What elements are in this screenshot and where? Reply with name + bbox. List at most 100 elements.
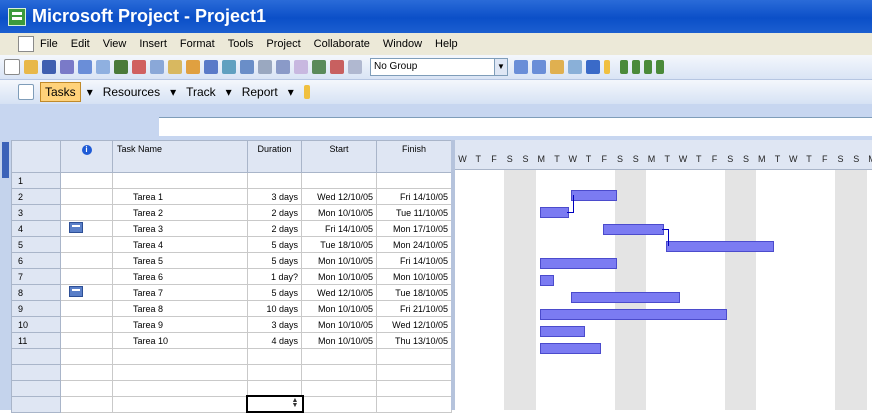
table-row[interactable]: 9Tarea 810 daysMon 10/10/05Fri 21/10/05 bbox=[12, 301, 452, 317]
task-name-header[interactable]: Task Name bbox=[113, 141, 248, 173]
duration-edit-cell[interactable]: ▲▼ bbox=[246, 395, 304, 413]
toolbar-options-icon[interactable] bbox=[304, 85, 310, 99]
spelling-icon[interactable] bbox=[114, 60, 128, 74]
row-number[interactable]: 1 bbox=[12, 173, 61, 189]
task-name-cell[interactable]: Tarea 3 bbox=[113, 221, 248, 237]
view-bar[interactable] bbox=[0, 140, 11, 410]
table-row[interactable] bbox=[12, 381, 452, 397]
row-number[interactable]: 10 bbox=[12, 317, 61, 333]
menu-edit[interactable]: Edit bbox=[71, 38, 90, 50]
task-name-cell[interactable]: Tarea 5 bbox=[113, 253, 248, 269]
open-icon[interactable] bbox=[24, 60, 38, 74]
menu-format[interactable]: Format bbox=[180, 38, 215, 50]
task-name-cell[interactable]: Tarea 7 bbox=[113, 285, 248, 301]
row-number[interactable]: 6 bbox=[12, 253, 61, 269]
project-guide-icon[interactable] bbox=[18, 84, 34, 100]
start-cell[interactable]: Wed 12/10/05 bbox=[302, 285, 377, 301]
task-name-cell[interactable]: Tarea 8 bbox=[113, 301, 248, 317]
gantt-bar[interactable] bbox=[540, 258, 617, 269]
table-row[interactable]: 10 Tarea 93 daysMon 10/10/05Wed 12/10/05 bbox=[12, 317, 452, 333]
tasks-button[interactable]: Tasks bbox=[40, 82, 81, 102]
task-name-cell[interactable]: Tarea 10 bbox=[113, 333, 248, 349]
duration-header[interactable]: Duration bbox=[248, 141, 302, 173]
help-icon[interactable] bbox=[586, 60, 600, 74]
task-name-cell[interactable] bbox=[113, 173, 248, 189]
hyperlink-icon[interactable] bbox=[222, 60, 236, 74]
table-row[interactable]: 11 Tarea 104 daysMon 10/10/05Thu 13/10/05 bbox=[12, 333, 452, 349]
gantt-bar[interactable] bbox=[603, 224, 664, 235]
assign-resources-icon[interactable] bbox=[330, 60, 344, 74]
duration-cell[interactable]: 5 days bbox=[248, 237, 302, 253]
duration-cell[interactable]: 5 days bbox=[248, 253, 302, 269]
duration-cell[interactable]: 10 days bbox=[248, 301, 302, 317]
track-button[interactable]: Track bbox=[182, 83, 220, 101]
undo-icon[interactable] bbox=[204, 60, 218, 74]
table-row[interactable]: 8Tarea 75 daysWed 12/10/05Tue 18/10/05 bbox=[12, 285, 452, 301]
row-number[interactable]: 11 bbox=[12, 333, 61, 349]
track-dropdown[interactable]: ▾ bbox=[222, 83, 236, 101]
task-name-cell[interactable]: Tarea 9 bbox=[113, 317, 248, 333]
note-icon[interactable] bbox=[69, 286, 83, 297]
start-cell[interactable]: Fri 14/10/05 bbox=[302, 221, 377, 237]
finish-cell[interactable]: Wed 12/10/05 bbox=[377, 317, 452, 333]
gantt-bar[interactable] bbox=[540, 207, 570, 218]
duration-cell[interactable]: 4 days bbox=[248, 333, 302, 349]
format-painter-icon[interactable] bbox=[186, 60, 200, 74]
finish-cell[interactable]: Mon 17/10/05 bbox=[377, 221, 452, 237]
menu-insert[interactable]: Insert bbox=[139, 38, 167, 50]
gantt-bar[interactable] bbox=[540, 309, 727, 320]
table-row[interactable]: 1 bbox=[12, 173, 452, 189]
row-number[interactable]: 4 bbox=[12, 221, 61, 237]
gantt-bar[interactable] bbox=[571, 190, 616, 201]
chevron-down-icon[interactable]: ▼ bbox=[494, 58, 508, 76]
duration-cell[interactable] bbox=[248, 173, 302, 189]
start-cell[interactable]: Mon 10/10/05 bbox=[302, 253, 377, 269]
menu-collaborate[interactable]: Collaborate bbox=[314, 38, 370, 50]
finish-header[interactable]: Finish bbox=[377, 141, 452, 173]
finish-cell[interactable] bbox=[377, 173, 452, 189]
menu-tools[interactable]: Tools bbox=[228, 38, 254, 50]
copy-picture-icon[interactable] bbox=[568, 60, 582, 74]
note-icon[interactable] bbox=[69, 222, 83, 233]
row-number[interactable]: 3 bbox=[12, 205, 61, 221]
zoom-in-icon[interactable] bbox=[514, 60, 528, 74]
resources-button[interactable]: Resources bbox=[99, 83, 164, 101]
new-icon[interactable] bbox=[4, 59, 20, 75]
duration-cell[interactable]: 3 days bbox=[248, 317, 302, 333]
task-info-icon[interactable] bbox=[294, 60, 308, 74]
menu-file[interactable]: File bbox=[40, 38, 58, 50]
table-row[interactable]: 5Tarea 45 daysTue 18/10/05Mon 24/10/05 bbox=[12, 237, 452, 253]
report-dropdown[interactable]: ▾ bbox=[284, 83, 298, 101]
start-cell[interactable]: Mon 10/10/05 bbox=[302, 301, 377, 317]
indent-icon[interactable] bbox=[632, 60, 640, 74]
table-row[interactable] bbox=[12, 365, 452, 381]
task-name-cell[interactable]: Tarea 2 bbox=[113, 205, 248, 221]
table-row[interactable]: 4 Tarea 32 daysFri 14/10/05Mon 17/10/05 bbox=[12, 221, 452, 237]
duration-cell[interactable]: 2 days bbox=[248, 205, 302, 221]
gantt-bar[interactable] bbox=[540, 343, 601, 354]
print-icon[interactable] bbox=[78, 60, 92, 74]
entry-field[interactable] bbox=[159, 117, 872, 136]
tasks-dropdown[interactable]: ▾ bbox=[83, 83, 97, 101]
gantt-bar[interactable] bbox=[540, 275, 554, 286]
spinner-icon[interactable]: ▲▼ bbox=[290, 398, 300, 408]
start-cell[interactable]: Mon 10/10/05 bbox=[302, 333, 377, 349]
finish-cell[interactable]: Tue 18/10/05 bbox=[377, 285, 452, 301]
report-button[interactable]: Report bbox=[238, 83, 282, 101]
paste-icon[interactable] bbox=[168, 60, 182, 74]
duration-cell[interactable]: 2 days bbox=[248, 221, 302, 237]
search-icon[interactable] bbox=[60, 60, 74, 74]
finish-cell[interactable]: Thu 13/10/05 bbox=[377, 333, 452, 349]
menu-help[interactable]: Help bbox=[435, 38, 458, 50]
menu-view[interactable]: View bbox=[103, 38, 127, 50]
table-row[interactable] bbox=[12, 349, 452, 365]
finish-cell[interactable]: Fri 14/10/05 bbox=[377, 189, 452, 205]
finish-cell[interactable]: Mon 24/10/05 bbox=[377, 237, 452, 253]
start-cell[interactable]: Wed 12/10/05 bbox=[302, 189, 377, 205]
outdent-icon[interactable] bbox=[644, 60, 652, 74]
row-header-corner[interactable] bbox=[12, 141, 61, 173]
table-row[interactable]: 7Tarea 61 day?Mon 10/10/05Mon 10/10/05 bbox=[12, 269, 452, 285]
split-task-icon[interactable] bbox=[276, 60, 290, 74]
row-number[interactable]: 7 bbox=[12, 269, 61, 285]
start-cell[interactable]: Mon 10/10/05 bbox=[302, 317, 377, 333]
